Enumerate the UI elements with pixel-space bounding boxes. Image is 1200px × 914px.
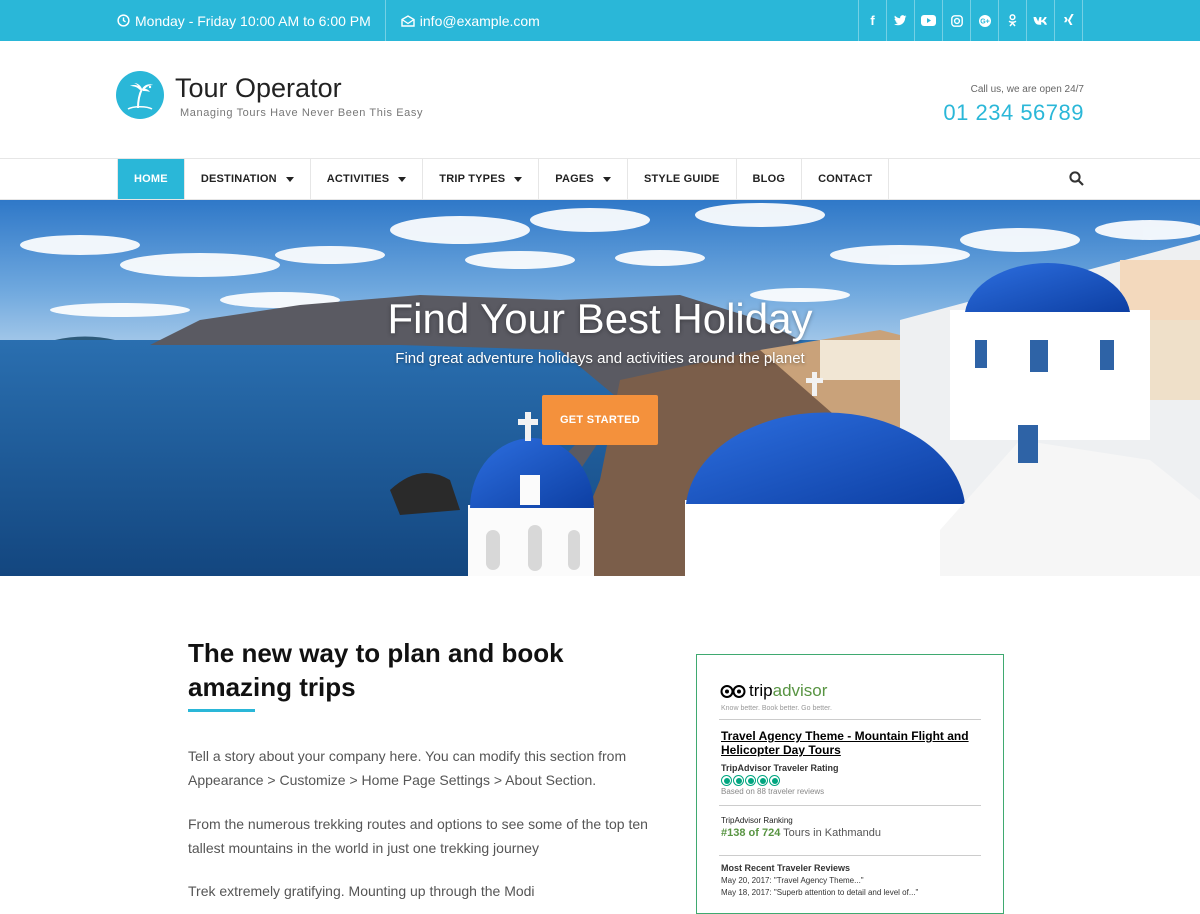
social-links: f G+ xyxy=(858,0,1083,41)
hero-background-image xyxy=(0,200,1200,576)
review-item[interactable]: May 18, 2017: "Superb attention to detai… xyxy=(721,888,918,897)
hero-banner: Find Your Best Holiday Find great advent… xyxy=(0,200,1200,576)
envelope-icon xyxy=(401,14,415,27)
divider xyxy=(719,855,981,856)
business-hours: Monday - Friday 10:00 AM to 6:00 PM xyxy=(117,0,386,41)
google-plus-icon[interactable]: G+ xyxy=(971,0,999,41)
listing-link[interactable]: Travel Agency Theme - Mountain Flight an… xyxy=(721,729,981,757)
email-text[interactable]: info@example.com xyxy=(420,13,540,29)
rating-bubbles xyxy=(721,775,781,786)
rating-bubble-icon xyxy=(721,775,732,786)
xing-icon[interactable] xyxy=(1055,0,1083,41)
odnoklassniki-icon[interactable] xyxy=(999,0,1027,41)
nav-item-pages[interactable]: PAGES xyxy=(539,159,628,199)
call-note: Call us, we are open 24/7 xyxy=(970,84,1084,95)
reviews-count: Based on 88 traveler reviews xyxy=(721,787,825,796)
main-navigation: HOME DESTINATION ACTIVITIES TRIP TYPES P… xyxy=(0,159,1200,200)
get-started-button[interactable]: GET STARTED xyxy=(542,395,658,445)
nav-item-home[interactable]: HOME xyxy=(118,159,185,199)
tripadvisor-logo[interactable]: tripadvisor xyxy=(720,681,827,701)
phone-number[interactable]: 01 234 56789 xyxy=(943,100,1084,126)
chevron-down-icon xyxy=(285,176,294,182)
site-tagline: Managing Tours Have Never Been This Easy xyxy=(180,107,424,119)
rating-bubble-icon xyxy=(733,775,744,786)
divider xyxy=(719,719,981,720)
tripadvisor-tagline: Know better. Book better. Go better. xyxy=(721,705,832,712)
facebook-icon[interactable]: f xyxy=(859,0,887,41)
twitter-icon[interactable] xyxy=(887,0,915,41)
palm-tree-icon xyxy=(127,83,153,110)
owl-icon xyxy=(720,685,746,698)
hours-text: Monday - Friday 10:00 AM to 6:00 PM xyxy=(135,12,371,29)
ranking-text: #138 of 724 Tours in Kathmandu xyxy=(721,827,882,839)
nav-item-destination[interactable]: DESTINATION xyxy=(185,159,311,199)
chevron-down-icon xyxy=(602,176,611,182)
nav-item-style-guide[interactable]: STYLE GUIDE xyxy=(628,159,737,199)
clock-icon xyxy=(117,14,130,27)
nav-item-blog[interactable]: BLOG xyxy=(737,159,803,199)
nav-item-activities[interactable]: ACTIVITIES xyxy=(311,159,424,199)
review-item[interactable]: May 20, 2017: "Travel Agency Theme..." xyxy=(721,876,864,885)
logo[interactable] xyxy=(116,71,164,119)
hero-subtitle: Find great adventure holidays and activi… xyxy=(395,350,805,367)
contact-email[interactable]: info@example.com xyxy=(386,0,540,41)
nav-item-trip-types[interactable]: TRIP TYPES xyxy=(423,159,540,199)
about-paragraph-1: Tell a story about your company here. Yo… xyxy=(188,748,627,788)
about-paragraph-2: From the numerous trekking routes and op… xyxy=(188,816,648,856)
nav-item-contact[interactable]: CONTACT xyxy=(802,159,890,199)
hero-title: Find Your Best Holiday xyxy=(387,295,813,342)
recent-reviews-label: Most Recent Traveler Reviews xyxy=(721,863,851,873)
svg-text:G+: G+ xyxy=(980,18,990,25)
rating-bubble-icon xyxy=(769,775,780,786)
about-paragraph-3: Trek extremely gratifying. Mounting up t… xyxy=(188,883,535,899)
search-icon[interactable] xyxy=(1069,171,1084,191)
title-underline xyxy=(188,709,255,712)
tripadvisor-wordmark: tripadvisor xyxy=(749,681,828,700)
about-title: The new way to plan and book amazing tri… xyxy=(188,638,564,702)
instagram-icon[interactable] xyxy=(943,0,971,41)
youtube-icon[interactable] xyxy=(915,0,943,41)
tripadvisor-widget: tripadvisor Know better. Book better. Go… xyxy=(696,654,1004,914)
rating-bubble-icon xyxy=(757,775,768,786)
chevron-down-icon xyxy=(514,176,523,182)
ranking-label: TripAdvisor Ranking xyxy=(721,816,793,825)
top-bar: Monday - Friday 10:00 AM to 6:00 PM info… xyxy=(0,0,1200,41)
site-header: Tour Operator Managing Tours Have Never … xyxy=(0,41,1200,159)
rating-label: TripAdvisor Traveler Rating xyxy=(721,763,839,773)
chevron-down-icon xyxy=(398,176,407,182)
rating-bubble-icon xyxy=(745,775,756,786)
site-title[interactable]: Tour Operator xyxy=(175,73,342,104)
divider xyxy=(719,805,981,806)
vk-icon[interactable] xyxy=(1027,0,1055,41)
